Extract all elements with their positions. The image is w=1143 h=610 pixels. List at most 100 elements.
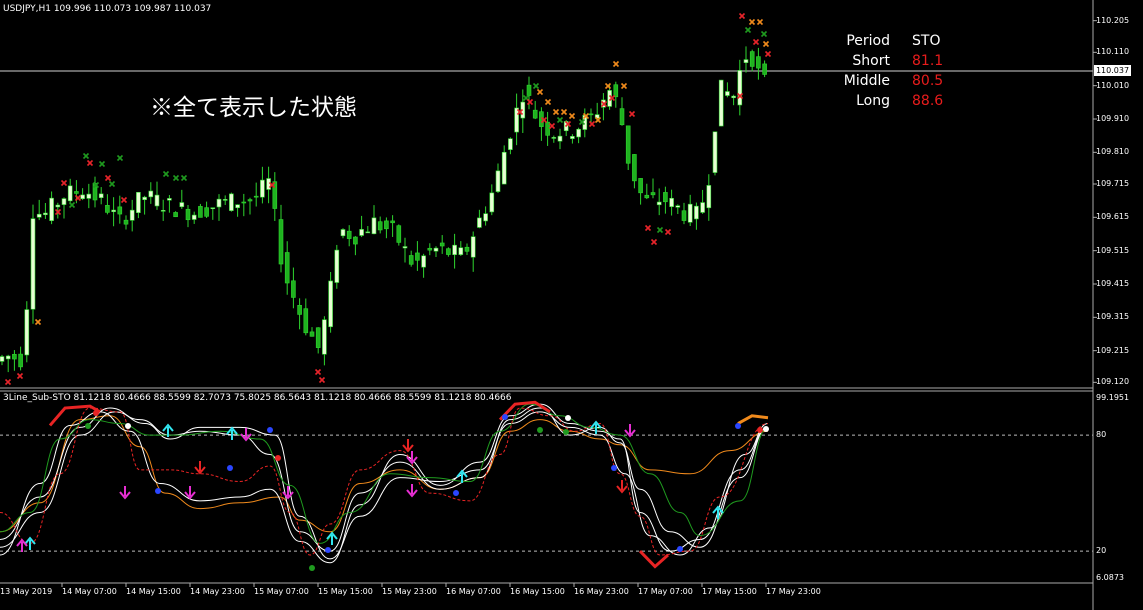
sto-middle-value: 80.5 bbox=[912, 73, 944, 89]
signal-x-marker bbox=[68, 201, 76, 209]
signal-x-marker bbox=[738, 12, 746, 20]
time-tick-label: 16 May 07:00 bbox=[446, 587, 501, 596]
signal-x-marker bbox=[172, 174, 180, 182]
candle-body bbox=[222, 199, 228, 201]
candle-body bbox=[619, 108, 625, 126]
signal-x-marker bbox=[34, 318, 42, 326]
signal-x-marker bbox=[60, 179, 68, 187]
time-tick-label: 17 May 07:00 bbox=[638, 587, 693, 596]
candle-body bbox=[650, 192, 656, 196]
signal-x-marker bbox=[752, 38, 760, 46]
signal-dot bbox=[125, 423, 131, 429]
signal-x-marker bbox=[764, 50, 772, 58]
candle-body bbox=[663, 192, 668, 203]
candle-body bbox=[365, 231, 371, 234]
candle-body bbox=[737, 70, 743, 106]
candle-body bbox=[514, 107, 519, 133]
candle-body bbox=[123, 219, 129, 225]
candle-body bbox=[80, 194, 85, 200]
candle-body bbox=[198, 206, 203, 218]
candle-body bbox=[687, 203, 693, 223]
signal-x-marker bbox=[762, 40, 770, 48]
candle-body bbox=[477, 217, 482, 228]
signal-x-marker bbox=[4, 378, 12, 386]
sto-period-panel: Period STO Short 81.1 Middle 80.5 Long 8… bbox=[836, 31, 960, 111]
signal-x-marker bbox=[86, 159, 94, 167]
candle-body bbox=[0, 356, 5, 362]
candle-body bbox=[588, 113, 594, 116]
candle-body bbox=[743, 59, 749, 63]
candle-body bbox=[470, 236, 476, 258]
signal-dot bbox=[735, 423, 741, 429]
sto-line-red-dashed bbox=[0, 407, 769, 556]
candle-body bbox=[284, 252, 290, 284]
sto-line-red-bold-3 bbox=[638, 550, 669, 569]
candle-body bbox=[384, 220, 389, 230]
time-tick-label: 15 May 07:00 bbox=[254, 587, 309, 596]
sto-panel-header: Period STO bbox=[836, 31, 960, 51]
candle-body bbox=[216, 198, 222, 208]
time-tick-label: 15 May 15:00 bbox=[318, 587, 373, 596]
candle-body bbox=[427, 247, 433, 251]
sto-long-value: 88.6 bbox=[912, 93, 944, 109]
candle-body bbox=[160, 210, 166, 212]
candle-body bbox=[421, 255, 426, 268]
candle-body bbox=[718, 79, 724, 127]
signal-x-marker bbox=[532, 82, 540, 90]
candle-body bbox=[334, 249, 340, 283]
sell-arrow-icon bbox=[616, 480, 628, 494]
candle-body bbox=[67, 185, 73, 202]
candle-body bbox=[309, 331, 315, 337]
candle-body bbox=[111, 209, 116, 213]
signal-dot bbox=[275, 455, 281, 461]
candle-body bbox=[756, 56, 761, 69]
candle-body bbox=[656, 201, 662, 206]
candle-body bbox=[303, 308, 309, 334]
candle-body bbox=[390, 220, 395, 224]
sto-panel-header-label: Period bbox=[846, 33, 890, 49]
sto-short-value: 81.1 bbox=[912, 53, 944, 69]
price-tick-label: 109.615 bbox=[1096, 212, 1130, 222]
price-tick-label: 109.120 bbox=[1096, 377, 1130, 387]
signal-dot bbox=[611, 465, 617, 471]
candle-body bbox=[415, 252, 420, 261]
price-tick-label: 109.215 bbox=[1096, 345, 1130, 355]
time-tick-label: 13 May 2019 bbox=[0, 587, 53, 596]
candle-body bbox=[142, 196, 147, 201]
candle-body bbox=[570, 136, 575, 139]
candle-body bbox=[489, 192, 495, 213]
candle-body bbox=[402, 246, 408, 249]
sto-line-white-2 bbox=[0, 411, 769, 560]
sell-arrow-icon bbox=[194, 461, 206, 475]
sto-subwindow-plot[interactable] bbox=[0, 400, 1093, 571]
signal-x-marker bbox=[656, 226, 664, 234]
signal-x-marker bbox=[748, 18, 756, 26]
candle-body bbox=[167, 198, 172, 201]
candle-body bbox=[700, 202, 705, 213]
sto-line-white-1 bbox=[0, 403, 769, 564]
signal-dot bbox=[309, 565, 315, 571]
candle-body bbox=[439, 242, 445, 247]
signal-x-marker bbox=[628, 110, 636, 118]
candle-body bbox=[712, 131, 718, 173]
signal-dot bbox=[85, 423, 91, 429]
signal-dot bbox=[757, 427, 763, 433]
candle-body bbox=[644, 194, 650, 199]
candle-body bbox=[148, 190, 154, 198]
candle-body bbox=[749, 51, 755, 67]
candle-body bbox=[235, 204, 240, 209]
candle-body bbox=[210, 207, 216, 210]
candle-body bbox=[638, 178, 643, 194]
candle-body bbox=[377, 221, 383, 231]
chart-title: USDJPY,H1 109.996 110.073 109.987 110.03… bbox=[3, 4, 212, 14]
signal-dot bbox=[563, 429, 569, 435]
candle-body bbox=[508, 138, 513, 150]
signal-x-marker bbox=[760, 30, 768, 38]
time-tick-label: 15 May 23:00 bbox=[382, 587, 437, 596]
candle-body bbox=[613, 84, 619, 98]
candle-body bbox=[433, 247, 439, 252]
current-price-label: 110.037 bbox=[1094, 65, 1131, 76]
candle-body bbox=[154, 194, 160, 207]
candle-body bbox=[346, 230, 352, 239]
candle-body bbox=[24, 309, 30, 356]
